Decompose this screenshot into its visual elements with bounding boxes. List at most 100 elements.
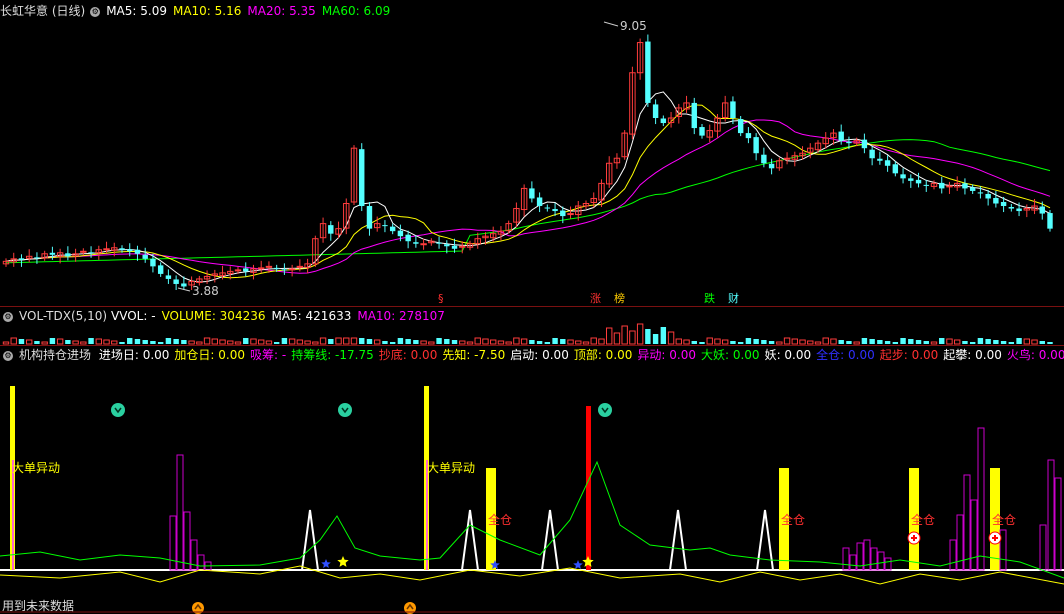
launch-spike: [756, 509, 774, 571]
volume-bar: [552, 338, 558, 344]
volume-bar: [420, 340, 427, 345]
candle-body: [536, 197, 543, 207]
volume-bar: [1000, 341, 1007, 344]
volume-bar: [783, 337, 791, 345]
candle-body: [436, 242, 442, 244]
volume-bar: [459, 340, 466, 345]
volume-bar: [328, 339, 334, 344]
volume-bar: [234, 341, 242, 345]
candle-body: [652, 104, 659, 119]
volume-bar: [645, 329, 651, 344]
volume-bar: [900, 338, 906, 344]
volume-bar: [969, 342, 976, 344]
volume-bar: [397, 338, 404, 344]
volume-bar: [181, 340, 187, 344]
candle-body: [985, 193, 991, 199]
full-position-label: 全仓: [781, 512, 805, 527]
candle-body: [768, 163, 775, 169]
volume-bar: [2, 341, 10, 345]
accumulation-bar: [970, 499, 978, 571]
accumulation-bar: [1054, 477, 1062, 571]
candle-body: [923, 184, 929, 186]
candle-body: [900, 174, 906, 179]
volume-bar: [343, 337, 350, 345]
volume-bar: [613, 332, 621, 345]
volume-bar: [1031, 339, 1038, 345]
candle-body: [660, 118, 667, 124]
volume-bar: [444, 339, 450, 344]
accumulation-bar: [884, 557, 892, 571]
finance-marker: 财: [728, 291, 739, 305]
volume-bar: [127, 338, 133, 344]
volume-bar: [946, 338, 953, 345]
volume-bar: [877, 340, 883, 344]
big-order-inner: [426, 460, 428, 570]
volume-bar: [1039, 341, 1045, 344]
volume-bar: [814, 341, 822, 345]
chevron-down-icon: [338, 403, 352, 417]
candle-body: [1039, 206, 1045, 214]
volume-bar: [776, 341, 783, 345]
volume-bar: [714, 338, 721, 345]
candle-body: [451, 245, 458, 249]
chevron-down-icon: [598, 403, 612, 417]
candle-body: [908, 178, 914, 181]
candle-body: [737, 119, 744, 134]
s-marker: §: [438, 292, 444, 305]
volume-bar: [482, 338, 489, 345]
full-position-label: 全仓: [488, 512, 512, 527]
volume-bar: [265, 340, 273, 345]
volume-bar: [250, 338, 257, 345]
launch-spike: [301, 509, 319, 571]
volume-bar: [281, 338, 288, 344]
candle-body: [243, 268, 249, 272]
low-price-label: 3.88: [192, 284, 219, 298]
volume-bar: [675, 338, 683, 345]
volume-bar: [683, 339, 690, 345]
launch-spike: [669, 509, 687, 571]
volume-bar: [513, 337, 520, 345]
volume-bar: [605, 327, 613, 345]
volume-bar: [428, 341, 435, 345]
candle-body: [877, 158, 883, 161]
volume-bar: [41, 341, 48, 345]
candle-body: [993, 197, 999, 204]
big-order-label: 大单异动: [427, 461, 475, 475]
candle-body: [1016, 208, 1022, 212]
stock-chart[interactable]: 9.05 3.88 § 涨榜 跌财大单异动 大单异动全仓 全仓 全仓 全仓: [0, 0, 1064, 614]
accumulation-bar: [842, 547, 850, 571]
volume-bar: [359, 338, 365, 344]
volume-bar: [529, 340, 535, 344]
volume-bar: [219, 339, 226, 345]
volume-bar: [544, 342, 551, 344]
candle-body: [969, 187, 976, 191]
candle-body: [560, 210, 566, 217]
limit-down-marker: 跌: [704, 291, 715, 305]
volume-bar: [335, 337, 342, 345]
volume-bar: [953, 339, 961, 345]
candle-body: [939, 182, 945, 189]
volume-bar: [791, 338, 799, 345]
volume-bar: [1016, 338, 1022, 344]
volume-bar: [243, 338, 249, 344]
accumulation-bar: [849, 554, 857, 571]
candle-body: [359, 149, 365, 207]
candle-body: [869, 149, 875, 159]
candle-body: [699, 127, 705, 136]
candle-body: [761, 154, 767, 164]
volume-bar: [923, 341, 929, 344]
candle-body: [18, 258, 25, 260]
candle-body: [552, 209, 558, 212]
volume-bar: [691, 341, 697, 344]
volume-bar: [25, 339, 33, 345]
accumulation-bar: [949, 539, 957, 571]
candle-body: [127, 249, 133, 252]
volume-bar: [536, 341, 543, 344]
candle-body: [846, 141, 852, 144]
launch-spike: [541, 509, 559, 571]
volume-bar: [807, 340, 814, 345]
volume-bar: [373, 339, 381, 345]
holding-line: [0, 460, 1064, 579]
candle-body: [119, 248, 125, 250]
candle-body: [134, 249, 141, 254]
